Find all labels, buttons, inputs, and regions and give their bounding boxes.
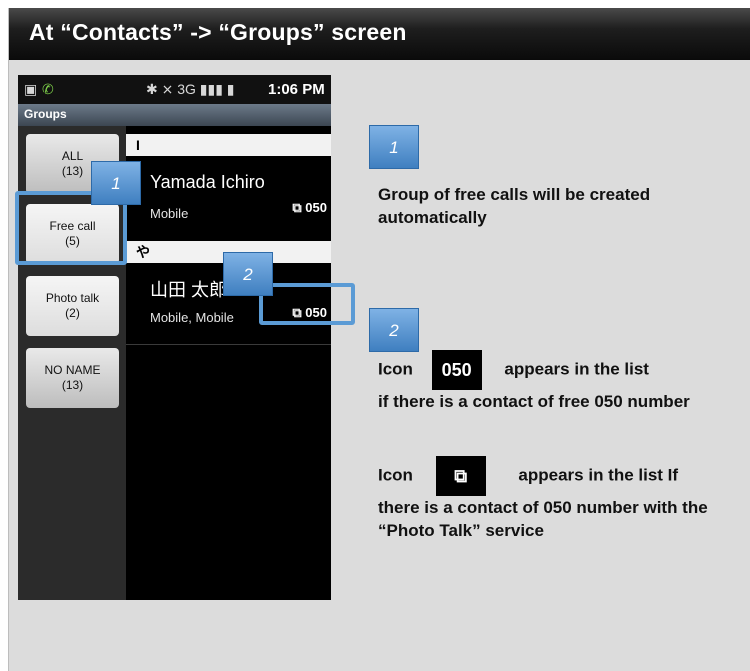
group-no-name-button[interactable]: NO NAME (13) <box>26 348 119 408</box>
phone-screenshot: ▣ ✆ ✱ ⨯ 3G ▮▮▮ ▮ 1:06 PM Groups ALL (13)… <box>18 75 331 600</box>
note-badge-1: 1 <box>369 125 419 169</box>
title-bar: At “Contacts” -> “Groups” screen <box>9 8 750 60</box>
status-icons: ✱ ⨯ 3G ▮▮▮ ▮ <box>146 81 235 97</box>
highlight-icons <box>259 283 355 325</box>
callout-badge-2: 2 <box>223 252 273 296</box>
page-title: At “Contacts” -> “Groups” screen <box>29 19 407 45</box>
note-line: appears in the list If <box>518 465 679 485</box>
briefcase-icon: ▣ <box>24 81 38 97</box>
app-header-title: Groups <box>24 107 67 121</box>
contact-list: I Yamada Ichiro Mobile ⧉ 050 や 山田 太郎 Mob… <box>126 126 331 600</box>
section-header: I <box>126 134 331 156</box>
group-photo-talk-button[interactable]: Photo talk (2) <box>26 276 119 336</box>
group-label: NO NAME <box>44 363 101 377</box>
contact-service-icons: ⧉ 050 <box>292 200 327 215</box>
note-icon-label: Icon <box>378 359 413 379</box>
callout-badge-1: 1 <box>91 161 141 205</box>
status-bar: ▣ ✆ ✱ ⨯ 3G ▮▮▮ ▮ 1:06 PM <box>18 75 331 104</box>
note-badge-2: 2 <box>369 308 419 352</box>
note-icon-label: Icon <box>378 465 413 485</box>
note-line: appears in the list <box>504 359 649 379</box>
contact-type: Mobile <box>150 206 189 221</box>
phone-ip-icon: ✆ <box>42 81 54 97</box>
divider <box>126 344 331 345</box>
contact-name[interactable]: 山田 太郎 <box>150 276 227 302</box>
contact-type: Mobile, Mobile <box>150 310 234 325</box>
free-050-icon: 050 <box>431 350 482 390</box>
note-free-050-icon: Icon 050 appears in the list if there is… <box>378 350 723 413</box>
note-photo-talk-icon: Icon ⧉ appears in the list If there is a… <box>378 456 723 542</box>
slide: At “Contacts” -> “Groups” screen ▣ ✆ ✱ ⨯… <box>8 8 750 671</box>
status-time: 1:06 PM <box>268 81 325 98</box>
group-count: (2) <box>65 306 80 320</box>
app-header: Groups <box>18 104 331 126</box>
note-free-call-group: Group of free calls will be created auto… <box>378 185 651 227</box>
note-body: if there is a contact of free 050 number <box>378 392 690 411</box>
group-label: Photo talk <box>45 291 100 305</box>
photo-talk-icon: ⧉ <box>435 456 486 496</box>
group-count: (13) <box>61 378 84 392</box>
contact-name[interactable]: Yamada Ichiro <box>150 172 265 193</box>
note-body: there is a contact of 050 number with th… <box>378 498 708 540</box>
